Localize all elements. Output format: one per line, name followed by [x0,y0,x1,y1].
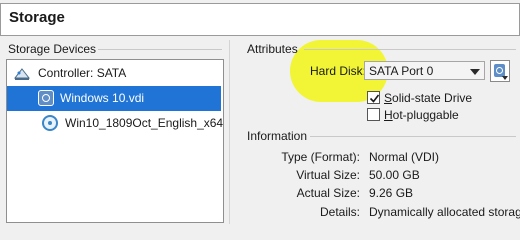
chevron-down-icon [470,69,480,75]
panel-divider [229,40,230,224]
attributes-label: Attributes [247,42,298,56]
hot-pluggable-label: Hot-pluggable [384,108,459,122]
details-value: Dynamically allocated storage [369,205,520,219]
page-title: Storage [9,9,65,26]
storage-devices-tree[interactable]: Controller: SATA Windows 10.vdi Win10_18… [6,59,224,223]
actual-size-label: Actual Size: [296,186,360,200]
controller-icon [13,68,31,80]
section-header [0,3,520,36]
attributes-separator [304,49,516,50]
solid-state-drive-label: Solid-state Drive [384,91,473,105]
tree-item-label: Controller: SATA [38,66,127,80]
actual-size-value: 9.26 GB [369,186,414,200]
storage-devices-separator [98,49,222,50]
solid-state-drive-text: olid-state Drive [392,91,473,105]
information-label: Information [247,129,308,143]
hot-pluggable-text: ot-pluggable [392,108,459,122]
storage-devices-label: Storage Devices [8,42,97,56]
hard-disk-label: Hard Disk: [310,64,367,78]
type-format-label: Type (Format): [281,150,360,164]
hard-disk-port-select[interactable]: SATA Port 0 [364,61,485,80]
tree-item-win10-iso[interactable]: Win10_1809Oct_English_x64.is... [7,111,224,136]
virtual-size-value: 50.00 GB [369,168,420,182]
optical-disc-icon [42,115,58,131]
disk-menu-icon [494,64,508,80]
hot-pluggable-checkbox[interactable] [367,108,380,121]
tree-item-controller-sata[interactable]: Controller: SATA [7,61,221,86]
checkmark-icon [369,94,380,103]
virtual-size-label: Virtual Size: [296,168,360,182]
tree-item-label: Windows 10.vdi [60,91,145,105]
choose-disk-button[interactable] [490,60,510,82]
information-separator [310,136,516,137]
solid-state-drive-checkbox[interactable] [367,91,380,104]
hard-disk-icon [38,90,54,106]
tree-item-label: Win10_1809Oct_English_x64.is... [65,116,224,130]
tree-item-windows-10-vdi[interactable]: Windows 10.vdi [7,86,221,111]
details-label: Details: [319,205,360,219]
hard-disk-port-value: SATA Port 0 [369,64,434,78]
type-format-value: Normal (VDI) [369,150,440,164]
